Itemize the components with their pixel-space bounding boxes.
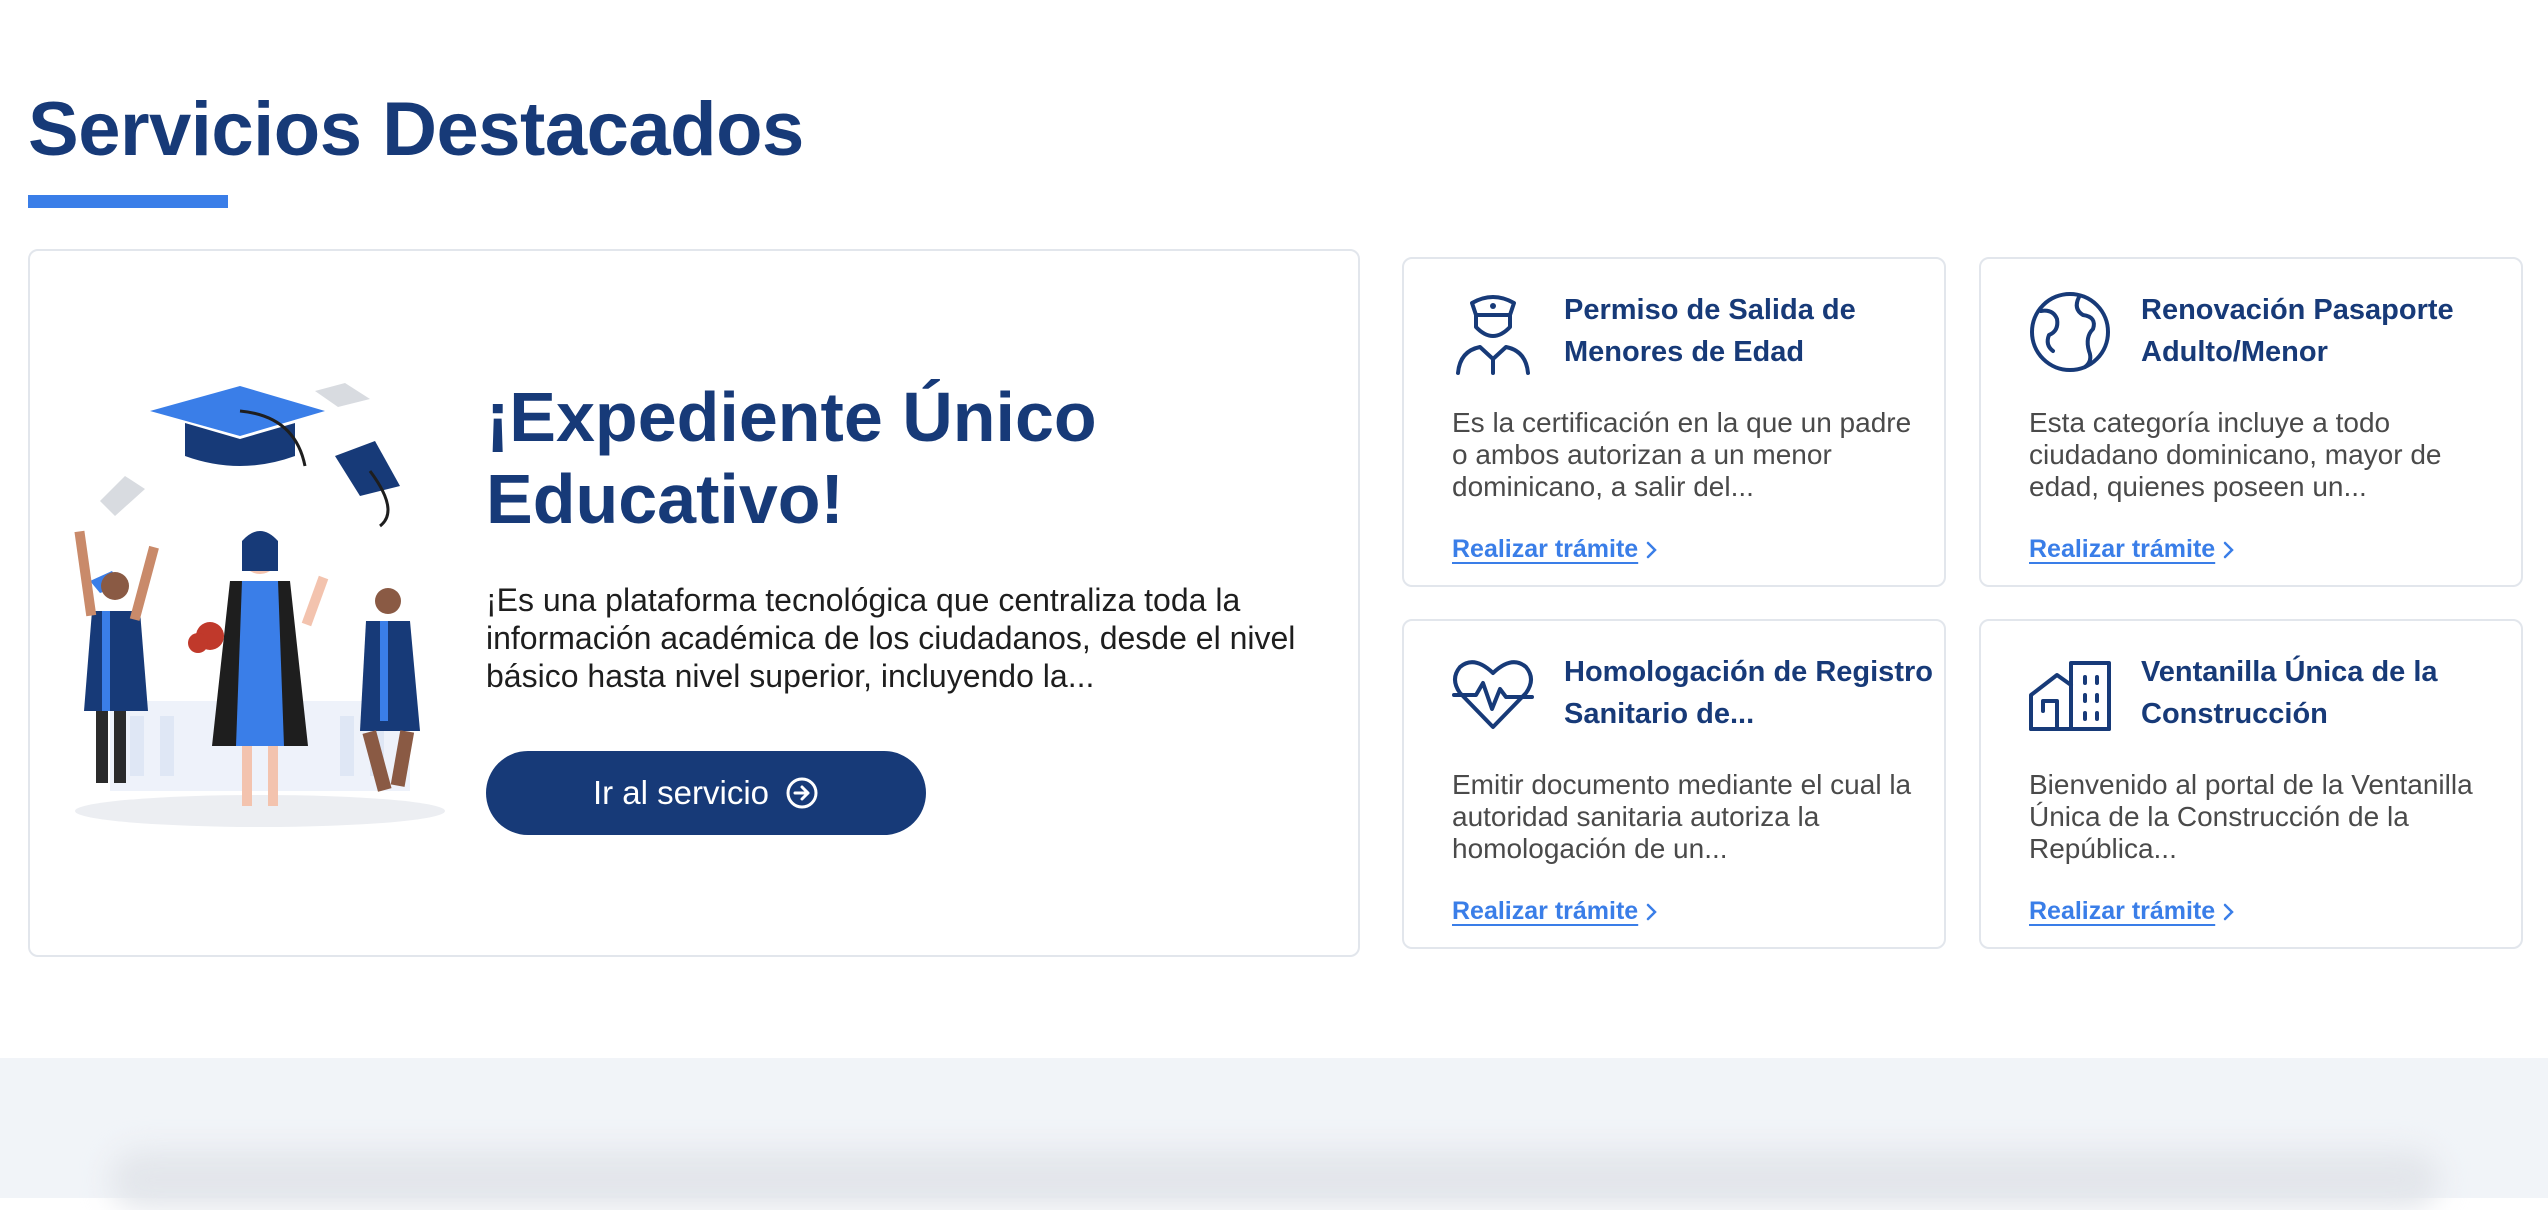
realizar-tramite-link[interactable]: Realizar trámite [1452, 535, 1658, 564]
service-title: Renovación Pasaporte Adulto/Menor [2141, 294, 2454, 368]
chevron-right-icon [2223, 903, 2234, 920]
go-to-service-label: Ir al servicio [592, 774, 770, 811]
service-title: Homologación de Registro Sanitario de... [1564, 656, 1933, 730]
next-section-card-shadow [110, 1150, 2440, 1210]
title-underline [28, 195, 228, 208]
chevron-right-icon [1646, 541, 1657, 558]
service-title: Permiso de Salida de Menores de Edad [1564, 294, 1856, 368]
featured-description: ¡Es una plataforma tecnológica que centr… [486, 582, 1296, 694]
service-card: Renovación Pasaporte Adulto/Menor Esta c… [1979, 257, 2523, 587]
buildings-icon [2029, 661, 2111, 731]
realizar-tramite-label: Realizar trámite [2029, 535, 2216, 563]
service-card: Ventanilla Única de la Construcción Bien… [1979, 619, 2523, 949]
service-card: Permiso de Salida de Menores de Edad Es … [1402, 257, 1946, 587]
police-officer-icon [1456, 295, 1530, 375]
chevron-right-icon [1646, 903, 1657, 920]
chevron-right-icon [2223, 541, 2234, 558]
service-card: Homologación de Registro Sanitario de...… [1402, 619, 1946, 949]
arrow-circle-right-icon [786, 777, 818, 809]
go-to-service-button[interactable]: Ir al servicio [486, 751, 926, 835]
service-description: Bienvenido al portal de la Ventanilla Ún… [2029, 769, 2473, 864]
service-title: Ventanilla Única de la Construcción [2141, 656, 2438, 730]
realizar-tramite-link[interactable]: Realizar trámite [1452, 897, 1658, 926]
realizar-tramite-label: Realizar trámite [2029, 897, 2216, 925]
featured-title: ¡Expediente Único Educativo! [486, 378, 1097, 538]
service-description: Es la certificación en la que un padre o… [1452, 407, 1912, 502]
featured-service-card: ¡Expediente Único Educativo! ¡Es una pla… [28, 249, 1360, 957]
section-title: Servicios Destacados [28, 87, 804, 172]
service-description: Esta categoría incluye a todo ciudadano … [2029, 407, 2442, 502]
realizar-tramite-label: Realizar trámite [1452, 897, 1639, 925]
service-description: Emitir documento mediante el cual la aut… [1452, 769, 1912, 864]
globe-icon [2030, 292, 2110, 372]
realizar-tramite-link[interactable]: Realizar trámite [2029, 897, 2235, 926]
graduation-illustration [74, 383, 445, 827]
heart-pulse-icon [1452, 660, 1534, 729]
realizar-tramite-link[interactable]: Realizar trámite [2029, 535, 2235, 564]
realizar-tramite-label: Realizar trámite [1452, 535, 1639, 563]
